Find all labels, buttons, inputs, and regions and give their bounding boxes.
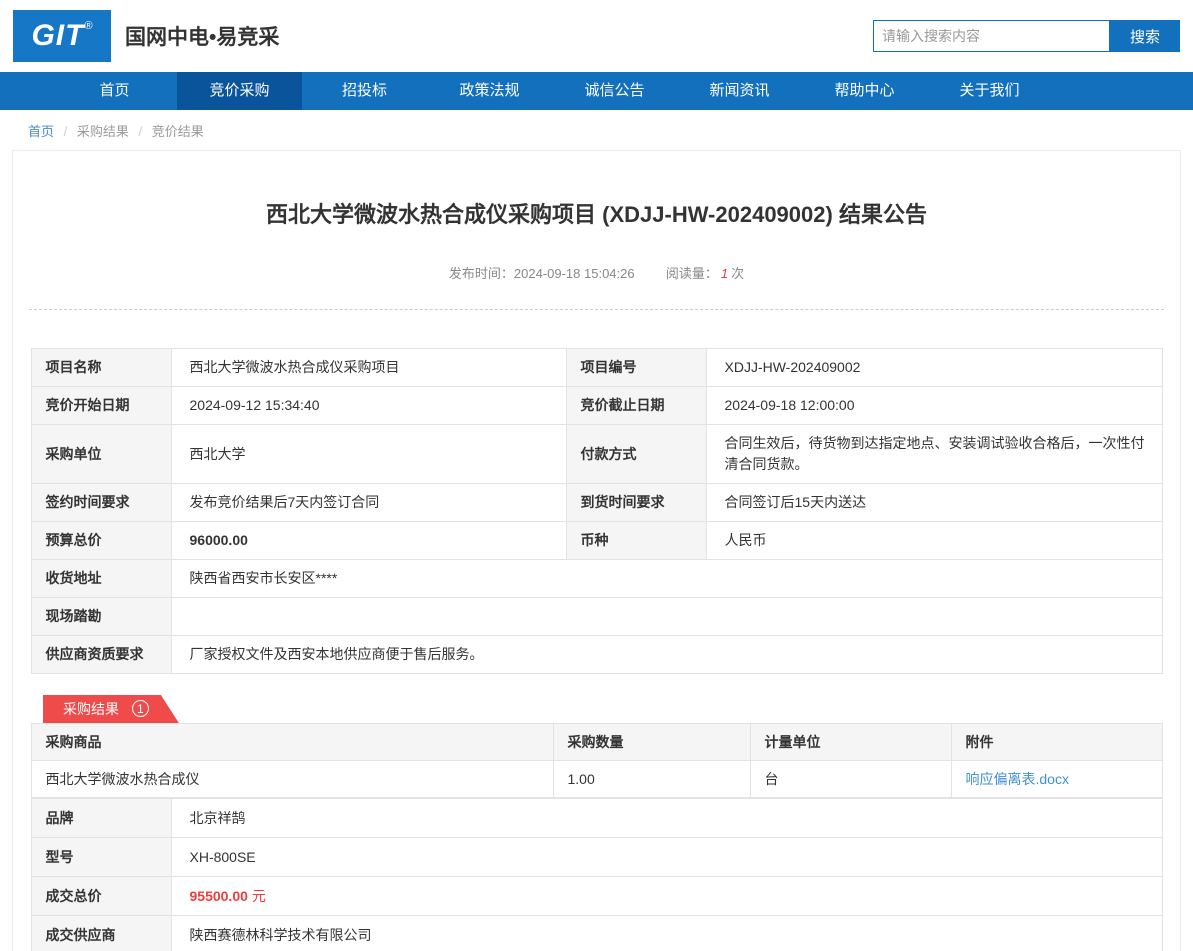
breadcrumb-bidding-results: 竞价结果 bbox=[151, 124, 204, 139]
breadcrumb-separator: / bbox=[138, 124, 143, 139]
site-name: 国网中电•易竞采 bbox=[125, 26, 280, 49]
procurement-result-ribbon: 采购结果 1 bbox=[43, 695, 179, 723]
ribbon-label: 采购结果 bbox=[63, 701, 119, 717]
project-number-label: 项目编号 bbox=[565, 348, 707, 387]
product-unit-cell: 台 bbox=[749, 760, 952, 798]
payment-method-value: 合同生效后，待货物到达指定地点、安装调试验收合格后，一次性付清合同货款。 bbox=[705, 424, 1163, 484]
nav-item-about-us[interactable]: 关于我们 bbox=[927, 72, 1052, 110]
bid-start-label: 竞价开始日期 bbox=[30, 386, 172, 425]
breadcrumb-separator: / bbox=[63, 124, 68, 139]
dashed-divider bbox=[29, 309, 1164, 310]
project-name-label: 项目名称 bbox=[30, 348, 172, 387]
delivery-time-label: 到货时间要求 bbox=[565, 483, 707, 522]
content-card: 西北大学微波水热合成仪采购项目 (XDJJ-HW-202409002) 结果公告… bbox=[12, 150, 1181, 951]
supplier-qualification-label: 供应商资质要求 bbox=[30, 635, 172, 674]
product-name-cell: 西北大学微波水热合成仪 bbox=[30, 760, 554, 798]
site-survey-value bbox=[170, 597, 1163, 636]
table-row: 成交供应商 陕西赛德林科学技术有限公司 bbox=[30, 915, 1163, 951]
model-label: 型号 bbox=[30, 837, 172, 877]
bid-deadline-value: 2024-09-18 12:00:00 bbox=[705, 386, 1163, 425]
search-button[interactable]: 搜索 bbox=[1110, 20, 1180, 52]
search-bar: 搜索 bbox=[873, 20, 1180, 52]
nav-item-news[interactable]: 新闻资讯 bbox=[677, 72, 802, 110]
delivery-address-value: 陕西省西安市长安区**** bbox=[170, 559, 1163, 598]
result-count-badge: 1 bbox=[132, 700, 149, 717]
publish-time-value: 2024-09-18 15:04:26 bbox=[513, 266, 635, 281]
result-detail-table: 品牌 北京祥鹄 型号 XH-800SE 成交总价 95500.00 元 成交供应商… bbox=[30, 798, 1163, 951]
table-row: 现场踏勘 bbox=[30, 597, 1163, 636]
purchaser-value: 西北大学 bbox=[170, 424, 567, 484]
delivery-address-label: 收货地址 bbox=[30, 559, 172, 598]
attachment-column-header: 附件 bbox=[950, 723, 1163, 761]
table-row: 型号 XH-800SE bbox=[30, 837, 1163, 877]
attachment-cell: 响应偏离表.docx bbox=[950, 760, 1163, 798]
table-row: 签约时间要求 发布竞价结果后7天内签订合同 到货时间要求 合同签订后15天内送达 bbox=[30, 483, 1163, 522]
supplier-qualification-value: 厂家授权文件及西安本地供应商便于售后服务。 bbox=[170, 635, 1163, 674]
search-input[interactable] bbox=[873, 20, 1110, 52]
site-logo[interactable]: GIT ® bbox=[13, 10, 111, 62]
result-product-table: 采购商品 采购数量 计量单位 附件 西北大学微波水热合成仪 1.00 台 响应偏… bbox=[30, 723, 1163, 798]
site-survey-label: 现场踏勘 bbox=[30, 597, 172, 636]
nav-item-integrity-notices[interactable]: 诚信公告 bbox=[552, 72, 677, 110]
table-row: 收货地址 陕西省西安市长安区**** bbox=[30, 559, 1163, 598]
main-nav: 首页 竞价采购 招投标 政策法规 诚信公告 新闻资讯 帮助中心 关于我们 bbox=[0, 72, 1193, 110]
table-row: 竞价开始日期 2024-09-12 15:34:40 竞价截止日期 2024-0… bbox=[30, 386, 1163, 425]
table-row: 成交总价 95500.00 元 bbox=[30, 876, 1163, 916]
signing-time-label: 签约时间要求 bbox=[30, 483, 172, 522]
deal-price-amount: 95500.00 bbox=[189, 888, 248, 904]
nav-item-help-center[interactable]: 帮助中心 bbox=[802, 72, 927, 110]
project-info-table: 项目名称 西北大学微波水热合成仪采购项目 项目编号 XDJJ-HW-202409… bbox=[30, 348, 1163, 674]
table-header-row: 采购商品 采购数量 计量单位 附件 bbox=[30, 723, 1163, 761]
breadcrumb-home[interactable]: 首页 bbox=[28, 124, 54, 139]
views-unit: 次 bbox=[731, 266, 745, 281]
breadcrumb-procurement-results[interactable]: 采购结果 bbox=[77, 124, 129, 139]
project-name-value: 西北大学微波水热合成仪采购项目 bbox=[170, 348, 567, 387]
nav-item-policies[interactable]: 政策法规 bbox=[427, 72, 552, 110]
purchaser-label: 采购单位 bbox=[30, 424, 172, 484]
article-meta: 发布时间：2024-09-18 15:04:26 阅读量： 1 次 bbox=[13, 263, 1180, 282]
deal-price-label: 成交总价 bbox=[30, 876, 172, 916]
attachment-link[interactable]: 响应偏离表.docx bbox=[966, 771, 1069, 787]
winning-supplier-value: 陕西赛德林科学技术有限公司 bbox=[170, 915, 1163, 951]
deal-price-unit: 元 bbox=[251, 888, 266, 904]
publish-time-label: 发布时间： bbox=[448, 266, 514, 281]
model-value: XH-800SE bbox=[170, 837, 1163, 877]
views-count: 1 bbox=[720, 266, 729, 281]
nav-item-bidding-procurement[interactable]: 竞价采购 bbox=[177, 72, 302, 110]
deal-price-value: 95500.00 元 bbox=[170, 876, 1163, 916]
quantity-column-header: 采购数量 bbox=[552, 723, 751, 761]
breadcrumb: 首页 / 采购结果 / 竞价结果 bbox=[0, 110, 1193, 150]
table-row: 预算总价 96000.00 币种 人民币 bbox=[30, 521, 1163, 560]
table-row: 供应商资质要求 厂家授权文件及西安本地供应商便于售后服务。 bbox=[30, 635, 1163, 674]
bid-deadline-label: 竞价截止日期 bbox=[565, 386, 707, 425]
unit-column-header: 计量单位 bbox=[749, 723, 952, 761]
payment-method-label: 付款方式 bbox=[565, 424, 707, 484]
table-row: 采购单位 西北大学 付款方式 合同生效后，待货物到达指定地点、安装调试验收合格后… bbox=[30, 424, 1163, 484]
delivery-time-value: 合同签订后15天内送达 bbox=[705, 483, 1163, 522]
brand-label: 品牌 bbox=[30, 798, 172, 838]
signing-time-value: 发布竞价结果后7天内签订合同 bbox=[170, 483, 567, 522]
currency-value: 人民币 bbox=[705, 521, 1163, 560]
budget-total-label: 预算总价 bbox=[30, 521, 172, 560]
table-row: 项目名称 西北大学微波水热合成仪采购项目 项目编号 XDJJ-HW-202409… bbox=[30, 348, 1163, 387]
views-label: 阅读量： bbox=[665, 266, 718, 281]
registered-mark-icon: ® bbox=[84, 20, 93, 32]
product-quantity-cell: 1.00 bbox=[552, 760, 751, 798]
nav-item-home[interactable]: 首页 bbox=[52, 72, 177, 110]
brand-value: 北京祥鹄 bbox=[170, 798, 1163, 838]
logo-text: GIT bbox=[31, 19, 85, 52]
bid-start-value: 2024-09-12 15:34:40 bbox=[170, 386, 567, 425]
winning-supplier-label: 成交供应商 bbox=[30, 915, 172, 951]
table-row: 品牌 北京祥鹄 bbox=[30, 798, 1163, 838]
table-row: 西北大学微波水热合成仪 1.00 台 响应偏离表.docx bbox=[30, 760, 1163, 798]
nav-item-tendering[interactable]: 招投标 bbox=[302, 72, 427, 110]
page-title: 西北大学微波水热合成仪采购项目 (XDJJ-HW-202409002) 结果公告 bbox=[266, 202, 927, 227]
top-header: GIT® 国网中电•易竞采 搜索 bbox=[0, 0, 1193, 72]
currency-label: 币种 bbox=[565, 521, 707, 560]
budget-total-value: 96000.00 bbox=[170, 521, 567, 560]
product-column-header: 采购商品 bbox=[30, 723, 554, 761]
project-number-value: XDJJ-HW-202409002 bbox=[705, 348, 1163, 387]
